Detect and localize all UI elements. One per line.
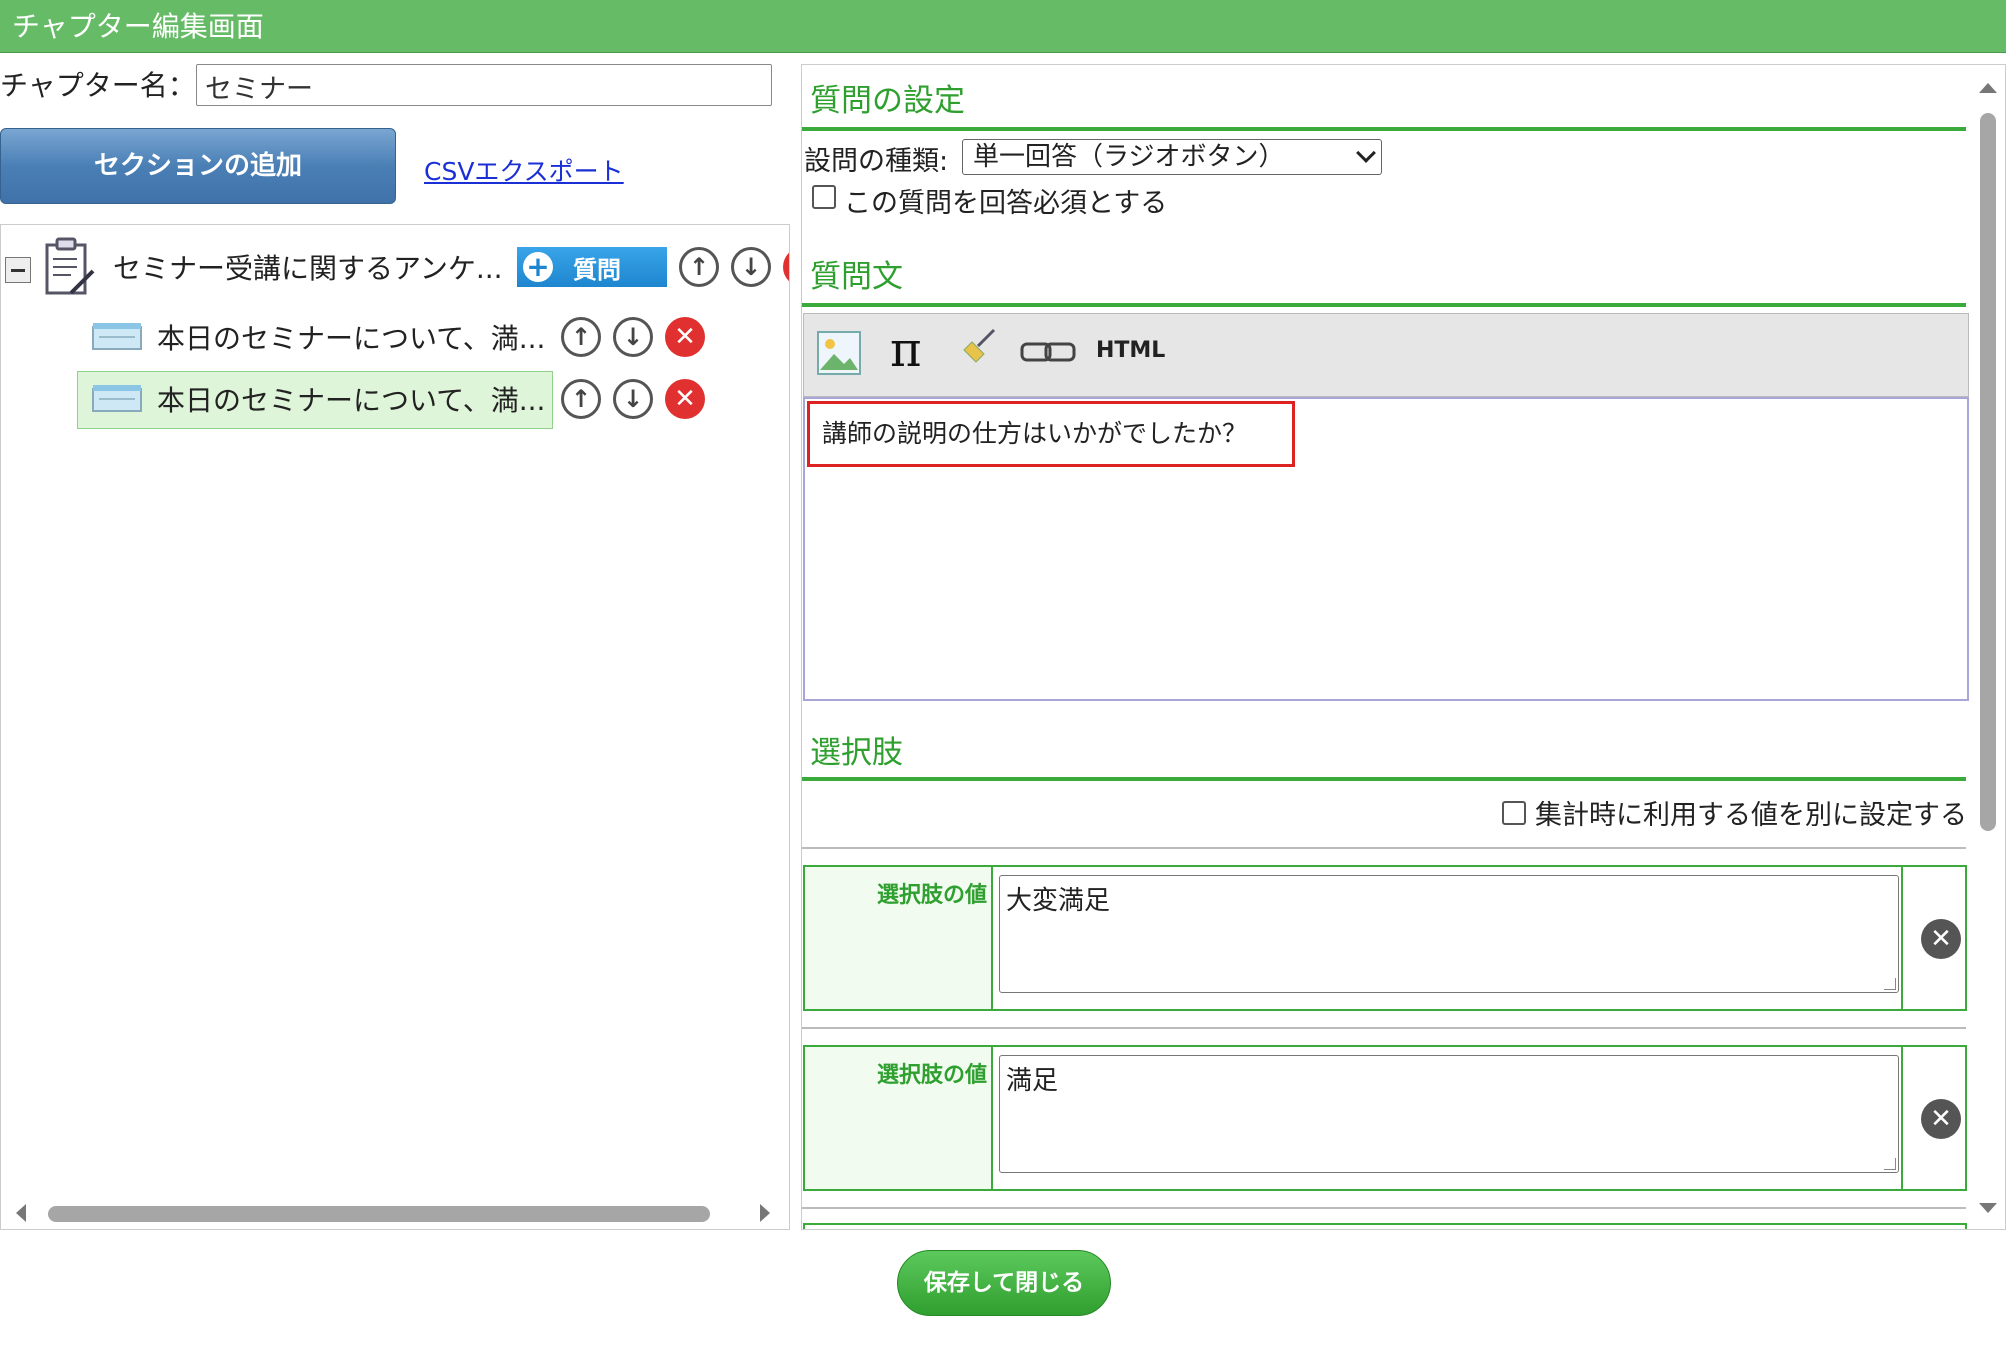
editor-vertical-scrollbar[interactable] xyxy=(1971,65,2005,1229)
choice-row xyxy=(803,1223,1967,1229)
delete-button[interactable]: ✕ xyxy=(665,379,705,419)
required-label: この質問を回答必須とする xyxy=(844,188,1168,219)
aggregate-label: 集計時に利用する値を別に設定する xyxy=(1535,800,1967,831)
move-down-button[interactable]: ↓ xyxy=(613,317,653,357)
aggregate-checkbox[interactable] xyxy=(1501,800,1526,825)
choice-row: 選択肢の値 大変満足 ✕ xyxy=(803,865,1967,1011)
choice-value-cell: 満足 xyxy=(993,1047,1903,1189)
question-type-value: 単一回答（ラジオボタン） xyxy=(973,142,1285,172)
add-question-button[interactable]: + 質問 xyxy=(517,247,667,287)
aggregate-option: 集計時に利用する値を別に設定する xyxy=(1501,793,1967,832)
question-type-select[interactable]: 単一回答（ラジオボタン） xyxy=(962,139,1382,175)
chapter-name-input[interactable]: セミナー xyxy=(196,64,772,106)
question-text-editor[interactable]: 講師の説明の仕方はいかがでしたか？ xyxy=(803,397,1969,701)
question-item-icon xyxy=(92,385,142,412)
choice-value-cell: 大変満足 xyxy=(993,867,1903,1009)
choice-row: 選択肢の値 満足 ✕ xyxy=(803,1045,1967,1191)
add-section-button[interactable]: セクションの追加 xyxy=(0,128,396,204)
question-type-label: 設問の種類: xyxy=(804,146,949,177)
divider xyxy=(802,1027,1966,1029)
choices-heading: 選択肢 xyxy=(810,735,903,771)
insert-image-icon[interactable] xyxy=(816,330,862,376)
chapter-name-row: チャプター名： xyxy=(0,62,196,106)
question-settings-heading: 質問の設定 xyxy=(810,83,965,119)
move-up-button[interactable]: ↑ xyxy=(561,317,601,357)
question-text-content[interactable]: 講師の説明の仕方はいかがでしたか？ xyxy=(807,401,1295,467)
divider xyxy=(802,127,1966,131)
question-text-heading: 質問文 xyxy=(810,259,903,295)
divider xyxy=(802,1207,1966,1209)
resize-grip-icon[interactable] xyxy=(1884,1158,1896,1170)
scroll-thumb[interactable] xyxy=(48,1206,710,1222)
remove-choice-button[interactable]: ✕ xyxy=(1921,919,1961,959)
required-checkbox[interactable] xyxy=(812,185,836,209)
choice-value-label: 選択肢の値 xyxy=(805,867,993,1009)
question-editor-pane: 質問の設定 設問の種類: 単一回答（ラジオボタン） この質問を回答必須とする 質… xyxy=(801,64,2006,1230)
add-question-label: 質問 xyxy=(573,255,621,284)
move-up-button[interactable]: ↑ xyxy=(679,247,719,287)
divider xyxy=(802,777,1966,781)
remove-choice-button[interactable]: ✕ xyxy=(1921,1099,1961,1139)
delete-button[interactable]: ✕ xyxy=(783,247,789,287)
chapter-name-label: チャプター名： xyxy=(0,69,196,102)
choice-value-label: 選択肢の値 xyxy=(805,1047,993,1189)
question-item-label[interactable]: 本日のセミナーについて、満... xyxy=(157,379,545,419)
math-pi-icon[interactable]: π xyxy=(890,322,922,378)
csv-export-link[interactable]: CSVエクスポート xyxy=(424,152,624,188)
plus-icon: + xyxy=(523,252,553,282)
html-source-icon[interactable]: HTML xyxy=(1096,338,1165,363)
move-down-button[interactable]: ↓ xyxy=(613,379,653,419)
choice-value-text: 大変満足 xyxy=(1006,886,1111,916)
chevron-down-icon xyxy=(1356,143,1376,163)
scroll-thumb[interactable] xyxy=(1980,113,1996,831)
save-and-close-button[interactable]: 保存して閉じる xyxy=(897,1250,1111,1316)
choice-value-input[interactable]: 大変満足 xyxy=(999,875,1899,993)
question-item-icon xyxy=(92,323,142,350)
clipboard-icon xyxy=(45,237,95,295)
scroll-down-arrow[interactable] xyxy=(1979,1203,1997,1213)
section-tree: セミナー受講に関するアンケ... + 質問 ↑ ↓ ✕ 本日のセミナーについて、… xyxy=(0,224,790,1230)
link-icon[interactable] xyxy=(1020,338,1076,366)
collapse-toggle[interactable] xyxy=(5,257,31,283)
scroll-left-arrow[interactable] xyxy=(16,1204,26,1222)
choice-value-text: 満足 xyxy=(1006,1066,1059,1096)
divider xyxy=(802,847,1966,849)
choice-value-input[interactable]: 満足 xyxy=(999,1055,1899,1173)
root-section-label[interactable]: セミナー受講に関するアンケ... xyxy=(113,247,503,287)
question-item-label[interactable]: 本日のセミナーについて、満... xyxy=(157,317,545,357)
divider xyxy=(802,303,1966,307)
resize-grip-icon[interactable] xyxy=(1884,978,1896,990)
window-title: チャプター編集画面 xyxy=(0,0,2006,53)
delete-button[interactable]: ✕ xyxy=(665,317,705,357)
scroll-up-arrow[interactable] xyxy=(1979,83,1997,93)
scroll-right-arrow[interactable] xyxy=(760,1204,770,1222)
move-up-button[interactable]: ↑ xyxy=(561,379,601,419)
clean-format-icon[interactable] xyxy=(962,328,998,364)
move-down-button[interactable]: ↓ xyxy=(731,247,771,287)
tree-horizontal-scrollbar[interactable] xyxy=(0,1196,790,1230)
editor-toolbar: π HTML xyxy=(803,313,1969,397)
